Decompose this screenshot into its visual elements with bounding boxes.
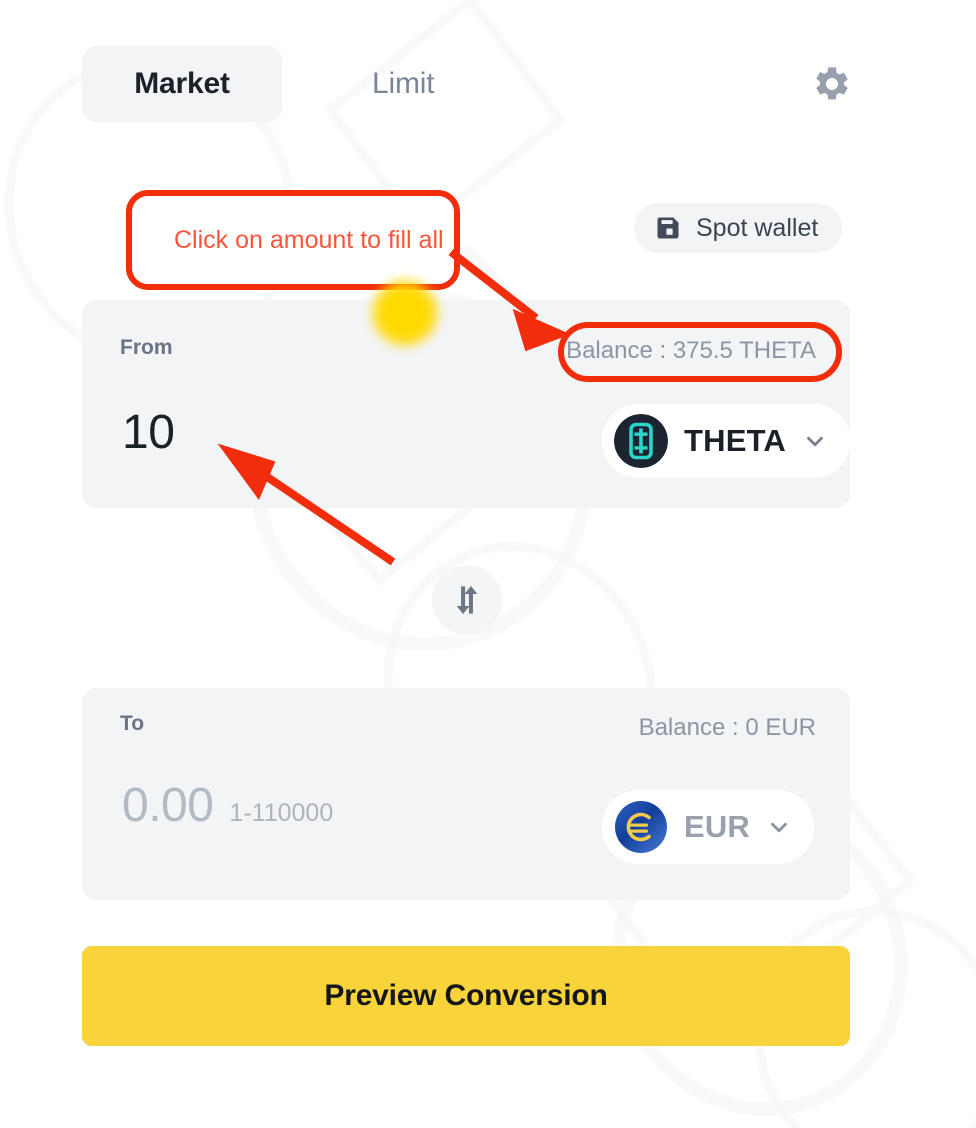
- conversion-widget: Market Limit Spot wallet From Balance : …: [0, 0, 976, 1128]
- to-amount-range-hint: 1-110000: [229, 799, 334, 827]
- swap-vertical-icon: [456, 586, 478, 614]
- to-token-symbol: EUR: [683, 809, 750, 844]
- to-panel: To Balance : 0 EUR 0.00 1-110000 EUR: [82, 688, 850, 900]
- spot-wallet-label: Spot wallet: [696, 213, 819, 242]
- from-amount-row[interactable]: 10: [122, 405, 175, 460]
- to-label: To: [120, 712, 145, 735]
- swap-direction-button[interactable]: [432, 565, 502, 635]
- from-label: From: [120, 336, 173, 359]
- tab-market-label: Market: [134, 67, 230, 100]
- theta-coin-icon: [613, 414, 668, 468]
- chevron-down-icon: [766, 814, 792, 840]
- tab-limit[interactable]: Limit: [338, 46, 468, 122]
- to-amount-input[interactable]: 0.00: [122, 778, 214, 833]
- euro-coin-icon: [614, 801, 667, 853]
- from-balance[interactable]: Balance : 375.5 THETA: [566, 337, 816, 365]
- callout-text: Click on amount to fill all: [174, 225, 444, 254]
- tab-market[interactable]: Market: [82, 46, 282, 122]
- tab-limit-label: Limit: [372, 67, 435, 100]
- order-type-tabs: Market Limit: [82, 46, 894, 122]
- to-token-selector[interactable]: EUR: [601, 790, 814, 864]
- callout-bubble: Click on amount to fill all: [126, 190, 460, 290]
- from-amount-input[interactable]: 10: [122, 405, 175, 460]
- preview-conversion-button[interactable]: Preview Conversion: [82, 946, 850, 1046]
- settings-button[interactable]: [810, 62, 854, 106]
- spot-wallet-selector[interactable]: Spot wallet: [634, 203, 843, 253]
- from-token-symbol: THETA: [683, 423, 786, 458]
- from-token-selector[interactable]: THETA: [601, 404, 850, 478]
- chevron-down-icon: [802, 428, 828, 454]
- to-amount-row[interactable]: 0.00 1-110000: [122, 778, 333, 833]
- wallet-icon: [657, 217, 679, 239]
- gear-icon: [816, 67, 848, 100]
- to-balance[interactable]: Balance : 0 EUR: [639, 714, 816, 742]
- callout-backdrop: [129, 193, 457, 287]
